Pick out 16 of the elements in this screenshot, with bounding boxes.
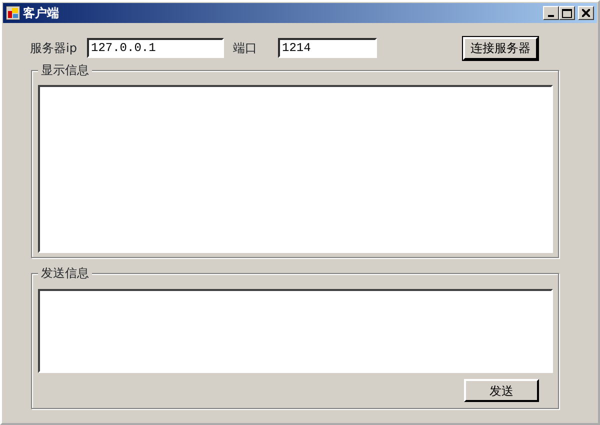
close-button[interactable] xyxy=(578,6,594,20)
group-title: 显示信息 xyxy=(38,63,92,77)
maximize-icon xyxy=(562,8,572,18)
port-label: 端口 xyxy=(233,40,258,57)
send-text-area[interactable] xyxy=(38,289,553,373)
connect-button[interactable]: 连接服务器 xyxy=(463,36,538,60)
maximize-button[interactable] xyxy=(559,6,575,20)
group-title: 发送信息 xyxy=(38,266,92,280)
send-button[interactable]: 发送 xyxy=(464,379,539,402)
close-icon xyxy=(582,9,590,17)
port-field[interactable]: 1214 xyxy=(278,38,377,58)
window-title: 客户端 xyxy=(23,5,59,22)
server-ip-label: 服务器ip xyxy=(30,40,78,57)
server-ip-field[interactable]: 127.0.0.1 xyxy=(87,38,224,58)
app-icon xyxy=(6,6,20,20)
minimize-button[interactable] xyxy=(543,6,559,20)
